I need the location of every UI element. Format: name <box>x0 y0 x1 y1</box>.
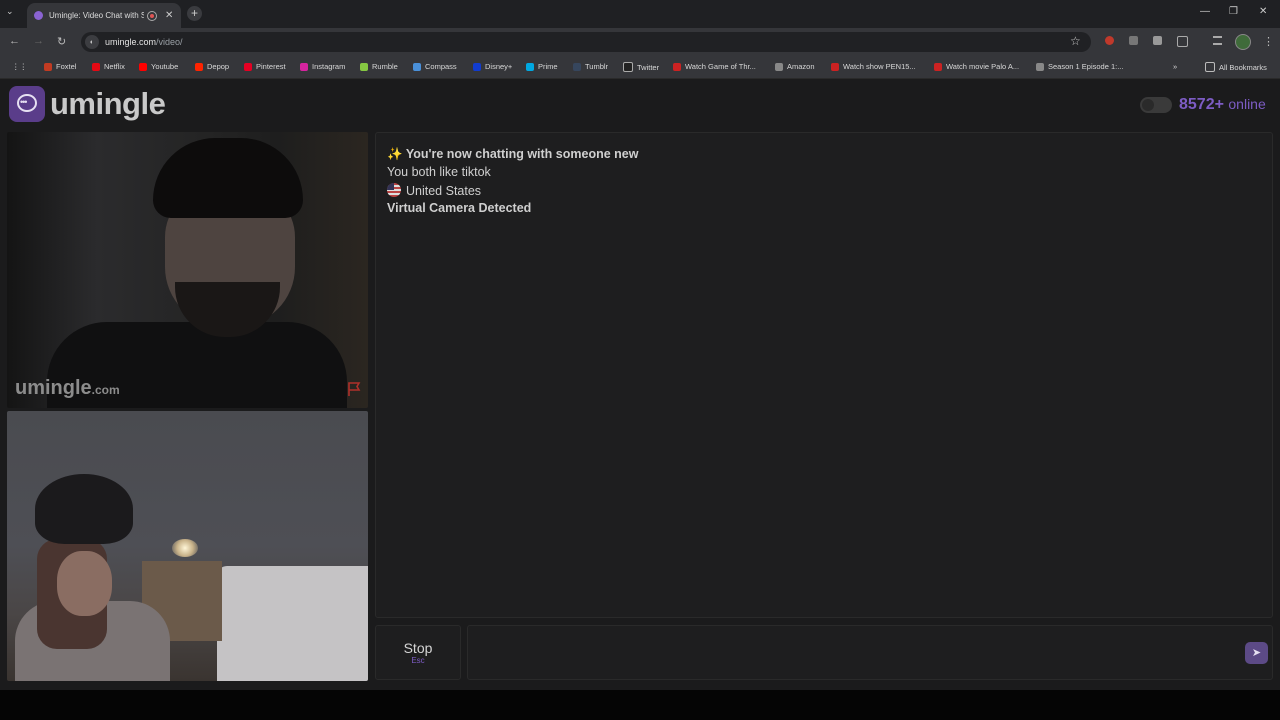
media-control-icon[interactable] <box>1213 36 1222 45</box>
all-bookmarks-button[interactable]: All Bookmarks <box>1205 62 1267 72</box>
reload-button[interactable]: ↻ <box>57 35 66 48</box>
back-button[interactable]: ← <box>9 35 20 47</box>
bookmark-item[interactable]: Watch show PEN15... <box>831 62 916 71</box>
netflix-icon <box>92 62 100 71</box>
chat-message: You both like tiktok <box>387 165 491 179</box>
stop-label: Stop <box>403 640 433 656</box>
stop-shortcut: Esc <box>411 656 425 665</box>
extension-square-icon[interactable] <box>1153 36 1162 45</box>
disney-plus-icon <box>473 62 481 71</box>
bookmark-item[interactable]: Amazon <box>775 62 815 71</box>
sparkles-icon: ✨ <box>387 147 403 161</box>
video-site-icon <box>831 62 839 71</box>
new-tab-button[interactable]: + <box>187 6 202 21</box>
stranger-video <box>7 132 368 408</box>
chat-bubble-logo-icon[interactable] <box>9 86 45 122</box>
twitter-icon <box>623 62 633 72</box>
bookmark-item[interactable]: Disney+ <box>473 62 512 71</box>
tab-list-button[interactable]: ⌄ <box>6 6 14 17</box>
chat-message: ✨ You're now chatting with someone new <box>387 147 639 161</box>
chat-message: United States <box>387 183 481 198</box>
close-window-button[interactable]: ✕ <box>1259 6 1267 17</box>
dark-mode-toggle[interactable] <box>1140 97 1172 113</box>
active-tab[interactable]: Umingle: Video Chat with S ✕ <box>27 3 181 28</box>
bookmarks-bar: ⋮⋮ Foxtel Netflix Youtube Depop Pinteres… <box>0 56 1280 79</box>
extensions-puzzle-icon[interactable] <box>1177 36 1188 47</box>
amazon-icon <box>775 62 783 71</box>
stop-button[interactable]: Stop Esc <box>375 625 461 680</box>
report-flag-icon[interactable] <box>346 381 362 397</box>
message-input[interactable] <box>467 625 1273 680</box>
bookmark-item[interactable]: Depop <box>195 62 229 71</box>
url-host: umingle.com <box>105 37 157 47</box>
tumblr-icon <box>573 62 581 71</box>
umingle-favicon-icon <box>34 11 43 20</box>
rumble-icon <box>360 62 368 71</box>
prime-icon <box>526 62 534 71</box>
bookmark-item[interactable]: Twitter <box>623 62 659 72</box>
instagram-icon <box>300 62 308 71</box>
send-icon[interactable]: ➤ <box>1245 642 1268 664</box>
profile-avatar[interactable] <box>1235 34 1251 50</box>
online-label: online <box>1228 96 1266 112</box>
forward-button[interactable]: → <box>33 35 44 47</box>
recording-indicator-icon <box>147 10 157 21</box>
bookmark-item[interactable]: Tumblr <box>573 62 608 71</box>
online-counter: 8572+ online <box>1179 96 1266 114</box>
video-site-icon <box>673 62 681 71</box>
video-watermark: umingle.com <box>15 377 120 399</box>
self-video <box>7 411 368 681</box>
tab-close-button[interactable]: ✕ <box>165 10 173 21</box>
address-bar[interactable]: ◐ umingle.com/video/ <box>81 32 1091 52</box>
bookmark-item[interactable]: Compass <box>413 62 457 71</box>
extension-gamepad-icon[interactable] <box>1129 36 1138 45</box>
youtube-icon <box>139 62 147 71</box>
folder-icon <box>1205 62 1215 72</box>
apps-grid-icon[interactable]: ⋮⋮ <box>12 62 27 71</box>
bookmark-item[interactable]: Rumble <box>360 62 398 71</box>
browser-menu-icon[interactable]: ⋮ <box>1263 35 1274 48</box>
bookmark-item[interactable]: Watch Game of Thr... <box>673 62 756 71</box>
site-logo[interactable]: umingle <box>50 86 166 122</box>
bookmark-star-icon[interactable]: ☆ <box>1070 34 1081 48</box>
bookmark-item[interactable]: Netflix <box>92 62 125 71</box>
tab-strip: ⌄ Umingle: Video Chat with S ✕ + — ❐ ✕ <box>0 0 1280 28</box>
site-info-icon[interactable]: ◐ <box>85 35 99 49</box>
extension-record-icon[interactable] <box>1105 36 1114 45</box>
foxtel-icon <box>44 62 52 71</box>
bookmark-item[interactable]: Watch movie Palo A... <box>934 62 1019 71</box>
bookmark-item[interactable]: Prime <box>526 62 558 71</box>
more-bookmarks-button[interactable]: » <box>1173 62 1177 71</box>
bookmark-item[interactable]: Youtube <box>139 62 178 71</box>
video-site-icon <box>934 62 942 71</box>
bookmark-item[interactable]: Season 1 Episode 1:... <box>1036 62 1123 71</box>
bookmark-item[interactable]: Foxtel <box>44 62 76 71</box>
tab-title: Umingle: Video Chat with S <box>49 11 144 20</box>
chat-message: Virtual Camera Detected <box>387 201 532 215</box>
pinterest-icon <box>244 62 252 71</box>
us-flag-icon <box>387 183 401 197</box>
url-path: /video/ <box>156 37 183 47</box>
minimize-button[interactable]: — <box>1200 6 1210 17</box>
bookmark-item[interactable]: Pinterest <box>244 62 286 71</box>
depop-icon <box>195 62 203 71</box>
online-count: 8572+ <box>1179 96 1224 113</box>
page-icon <box>1036 62 1044 71</box>
bookmark-item[interactable]: Instagram <box>300 62 345 71</box>
compass-icon <box>413 62 421 71</box>
maximize-button[interactable]: ❐ <box>1229 6 1238 17</box>
